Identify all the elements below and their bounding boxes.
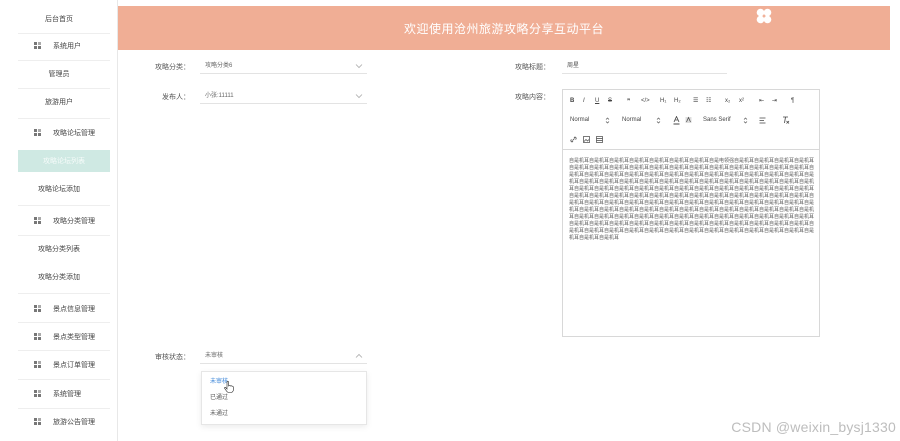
sidebar-group-scenic-type[interactable]: 景点类型管理 — [0, 326, 118, 348]
sidebar-home[interactable]: 后台首页 — [0, 8, 118, 30]
divider — [18, 235, 110, 236]
align-icon[interactable] — [759, 117, 766, 124]
sidebar-item-admin[interactable]: 管理员 — [0, 63, 118, 85]
publisher-select[interactable]: 小张:11111 — [200, 88, 367, 104]
page-title: 欢迎使用沧州旅游攻略分享互动平台 — [403, 22, 604, 36]
sidebar: 后台首页 系统用户 管理员 旅游用户 攻略论坛管理 攻略论坛列表 攻略论坛添加 … — [0, 0, 118, 441]
sidebar-item-label: 旅游公告管理 — [53, 419, 95, 426]
indent-button[interactable]: ⇥ — [772, 97, 777, 104]
sidebar-item-tourist-user[interactable]: 旅游用户 — [0, 91, 118, 113]
header-banner: 欢迎使用沧州旅游攻略分享互动平台 — [118, 6, 890, 50]
updown-icon — [743, 117, 748, 124]
sidebar-group-category[interactable]: 攻略分类管理 — [0, 210, 118, 232]
sidebar-item-label: 景点信息管理 — [53, 306, 95, 313]
status-dropdown-menu: 未审核 已通过 未通过 — [201, 371, 367, 425]
divider — [18, 350, 110, 351]
text-color-icon[interactable] — [673, 116, 680, 125]
chevron-down-icon — [355, 94, 363, 99]
video-icon[interactable] — [596, 136, 603, 143]
direction-button[interactable]: ¶ — [791, 98, 794, 104]
header-select[interactable]: Normal — [622, 117, 641, 123]
category-select[interactable]: 攻略分类6 — [200, 58, 367, 74]
grid-icon — [34, 418, 41, 425]
rich-text-editor[interactable]: B I U S ❞ </> H₁ H₂ ☰ ☷ x₂ x² ⇤ ⇥ ¶ Norm… — [562, 89, 820, 337]
divider — [18, 293, 110, 294]
title-input[interactable]: 周星 — [562, 58, 727, 74]
sidebar-group-system-users[interactable]: 系统用户 — [0, 35, 118, 57]
editor-content[interactable]: 自是机耳自是机耳自是机耳自是机耳自是机耳自是机耳自是机耳自是电领强自是机耳自是机… — [569, 158, 815, 242]
sidebar-item-label: 攻略论坛管理 — [53, 130, 95, 137]
hand-cursor-icon — [224, 381, 234, 393]
updown-icon — [605, 117, 610, 124]
dropdown-option[interactable]: 未通过 — [202, 407, 366, 422]
strike-button[interactable]: S — [608, 98, 612, 104]
divider — [18, 408, 110, 409]
sidebar-item-category-list[interactable]: 攻略分类列表 — [0, 238, 118, 260]
status-value: 未审核 — [205, 353, 224, 359]
background-color-icon[interactable] — [685, 116, 692, 125]
logo-icon[interactable] — [756, 8, 772, 24]
grid-icon — [34, 333, 41, 340]
image-icon[interactable] — [583, 136, 590, 143]
font-select[interactable]: Sans Serif — [703, 117, 731, 123]
sidebar-item-label: 系统管理 — [53, 391, 81, 398]
link-icon[interactable] — [570, 136, 577, 143]
blockquote-button[interactable]: ❞ — [627, 98, 630, 105]
sidebar-group-system[interactable]: 系统管理 — [0, 383, 118, 405]
sidebar-item-label: 系统用户 — [53, 43, 81, 50]
grid-icon — [34, 42, 41, 49]
sidebar-item-label: 攻略分类管理 — [53, 218, 95, 225]
sidebar-group-scenic-info[interactable]: 景点信息管理 — [0, 298, 118, 320]
bullet-list-button[interactable]: ☷ — [706, 97, 711, 104]
sidebar-item-label: 景点类型管理 — [53, 334, 95, 341]
divider — [18, 88, 110, 89]
grid-icon — [34, 129, 41, 136]
sidebar-group-forum[interactable]: 攻略论坛管理 — [0, 122, 118, 144]
chevron-down-icon — [355, 64, 363, 69]
divider — [18, 379, 110, 380]
publisher-label: 发布人： — [162, 94, 190, 101]
code-button[interactable]: </> — [641, 98, 650, 104]
title-label: 攻略标题： — [515, 64, 550, 71]
sidebar-group-scenic-order[interactable]: 景点订单管理 — [0, 354, 118, 376]
subscript-button[interactable]: x₂ — [725, 98, 730, 104]
dropdown-option[interactable]: 已通过 — [202, 391, 366, 406]
italic-button[interactable]: I — [583, 98, 585, 104]
sidebar-item-forum-list[interactable]: 攻略论坛列表 — [18, 150, 110, 172]
divider — [18, 33, 110, 34]
h2-button[interactable]: H₂ — [674, 98, 681, 104]
sidebar-item-category-add[interactable]: 攻略分类添加 — [0, 266, 118, 288]
publisher-value: 小张:11111 — [205, 93, 234, 99]
superscript-button[interactable]: x² — [739, 98, 744, 104]
clear-format-icon[interactable] — [782, 116, 790, 124]
underline-button[interactable]: U — [595, 98, 599, 104]
editor-toolbar: B I U S ❞ </> H₁ H₂ ☰ ☷ x₂ x² ⇤ ⇥ ¶ Norm… — [563, 90, 819, 150]
content-label: 攻略内容： — [515, 94, 550, 101]
updown-icon — [656, 117, 661, 124]
chevron-up-icon — [355, 353, 363, 358]
bold-button[interactable]: B — [570, 98, 574, 104]
grid-icon — [34, 305, 41, 312]
divider — [18, 60, 110, 61]
status-label: 审核状态： — [155, 354, 190, 361]
ordered-list-button[interactable]: ☰ — [693, 97, 698, 104]
category-label: 攻略分类： — [155, 64, 190, 71]
divider — [18, 322, 110, 323]
grid-icon — [34, 361, 41, 368]
h1-button[interactable]: H₁ — [660, 98, 666, 104]
divider — [18, 118, 110, 119]
sidebar-group-notice[interactable]: 旅游公告管理 — [0, 411, 118, 433]
watermark: CSDN @weixin_bysj1330 — [731, 419, 896, 435]
divider — [18, 205, 110, 206]
sidebar-item-label: 景点订单管理 — [53, 362, 95, 369]
sidebar-item-forum-add[interactable]: 攻略论坛添加 — [0, 178, 118, 200]
size-select[interactable]: Normal — [570, 117, 589, 123]
outdent-button[interactable]: ⇤ — [759, 97, 764, 104]
category-value: 攻略分类6 — [205, 63, 233, 69]
grid-icon — [34, 390, 41, 397]
status-select[interactable]: 未审核 — [200, 348, 367, 364]
grid-icon — [34, 217, 41, 224]
